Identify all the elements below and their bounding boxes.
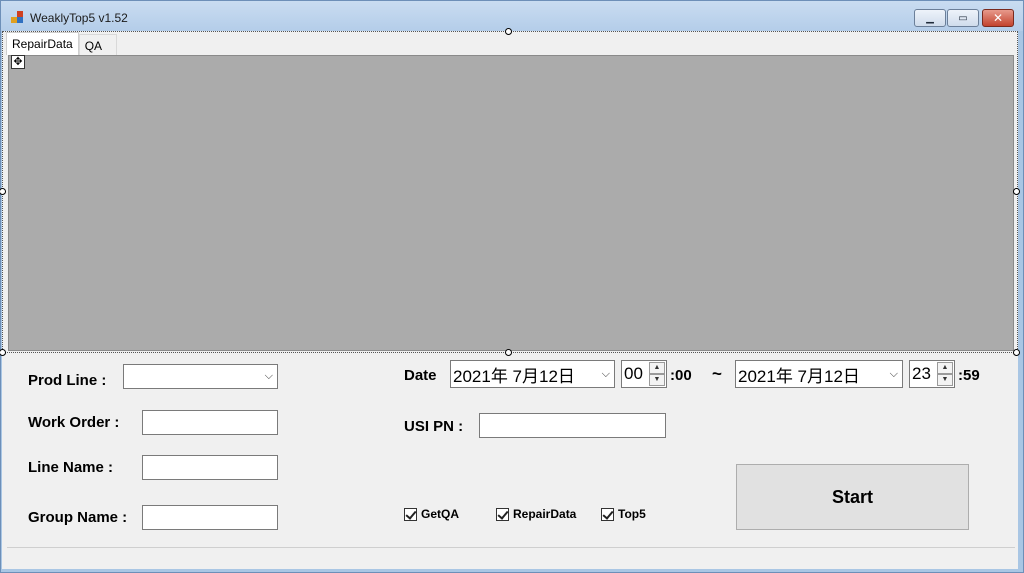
app-window: WeaklyTop5 v1.52 ▁ ▭ ✕ RepairData QA ✥ P… [0,0,1024,573]
checkbox-checked-icon[interactable] [496,507,509,521]
tab-label: QA [84,38,103,53]
group-name-input[interactable] [142,505,278,530]
chevron-down-icon: ⌵ [264,370,273,382]
spin-up-icon[interactable]: ▲ [937,362,953,374]
resize-handle-bottom[interactable] [505,349,512,356]
date-to-value: 2021年 7月12日 [738,366,860,386]
tab-strip: RepairData QA [6,32,117,56]
maximize-button[interactable]: ▭ [947,9,979,27]
status-bar [7,547,1015,569]
prod-line-label: Prod Line : [28,372,107,389]
minute-to-text: :59 [958,367,980,384]
tab-repairdata[interactable]: RepairData [6,32,79,55]
chevron-down-icon: ⌵ [889,368,898,380]
spinner-arrows[interactable]: ▲ ▼ [937,362,953,386]
hour-from-value: 00 [624,364,643,383]
title-bar[interactable]: WeaklyTop5 v1.52 ▁ ▭ ✕ [1,1,1023,31]
checkbox-checked-icon[interactable] [404,507,417,521]
checkbox-label: Top5 [618,507,646,521]
hour-to-spinner[interactable]: 23 ▲ ▼ [909,360,955,388]
usi-pn-label: USI PN : [404,418,464,435]
chevron-down-icon: ⌵ [601,368,610,380]
hour-from-spinner[interactable]: 00 ▲ ▼ [621,360,667,388]
hour-to-value: 23 [912,364,931,383]
resize-handle-bottom-right[interactable] [1013,349,1020,356]
group-name-label: Group Name : [28,509,128,526]
date-from-picker[interactable]: 2021年 7月12日 ⌵ [450,360,615,388]
spin-down-icon[interactable]: ▼ [649,374,665,386]
usi-pn-input[interactable] [479,413,666,438]
close-button[interactable]: ✕ [982,9,1014,27]
prod-line-select[interactable]: ⌵ [123,364,278,389]
tab-label: RepairData [12,37,73,51]
resize-handle-bottom-left[interactable] [0,349,6,356]
date-to-picker[interactable]: 2021年 7月12日 ⌵ [735,360,903,388]
start-button[interactable]: Start [736,464,969,530]
close-icon: ✕ [992,11,1004,25]
date-label: Date [404,367,437,384]
resize-handle-right[interactable] [1013,188,1020,195]
move-handle-icon[interactable]: ✥ [11,55,25,69]
line-name-input[interactable] [142,455,278,480]
checkbox-checked-icon[interactable] [601,507,614,521]
work-order-label: Work Order : [28,414,120,431]
work-order-input[interactable] [142,410,278,435]
range-tilde: ~ [712,364,722,383]
minimize-icon: ▁ [926,12,934,24]
window-title: WeaklyTop5 v1.52 [30,11,128,25]
checkbox-label: RepairData [513,507,577,521]
checkbox-getqa[interactable]: GetQA [404,507,459,521]
spinner-arrows[interactable]: ▲ ▼ [649,362,665,386]
tab-qa[interactable]: QA [78,34,117,56]
line-name-label: Line Name : [28,459,114,476]
resize-handle-top[interactable] [505,28,512,35]
spin-up-icon[interactable]: ▲ [649,362,665,374]
checkbox-repairdata[interactable]: RepairData [496,507,576,521]
minute-from-text: :00 [670,367,692,384]
maximize-icon: ▭ [958,12,968,24]
client-area: RepairData QA ✥ Prod Line : ⌵ Work Order… [0,28,1020,569]
checkbox-top5[interactable]: Top5 [601,507,646,521]
spin-down-icon[interactable]: ▼ [937,374,953,386]
date-from-value: 2021年 7月12日 [453,366,575,386]
minimize-button[interactable]: ▁ [914,9,946,27]
checkbox-label: GetQA [421,507,460,521]
app-icon [11,11,25,25]
tab-page-content [8,55,1014,351]
